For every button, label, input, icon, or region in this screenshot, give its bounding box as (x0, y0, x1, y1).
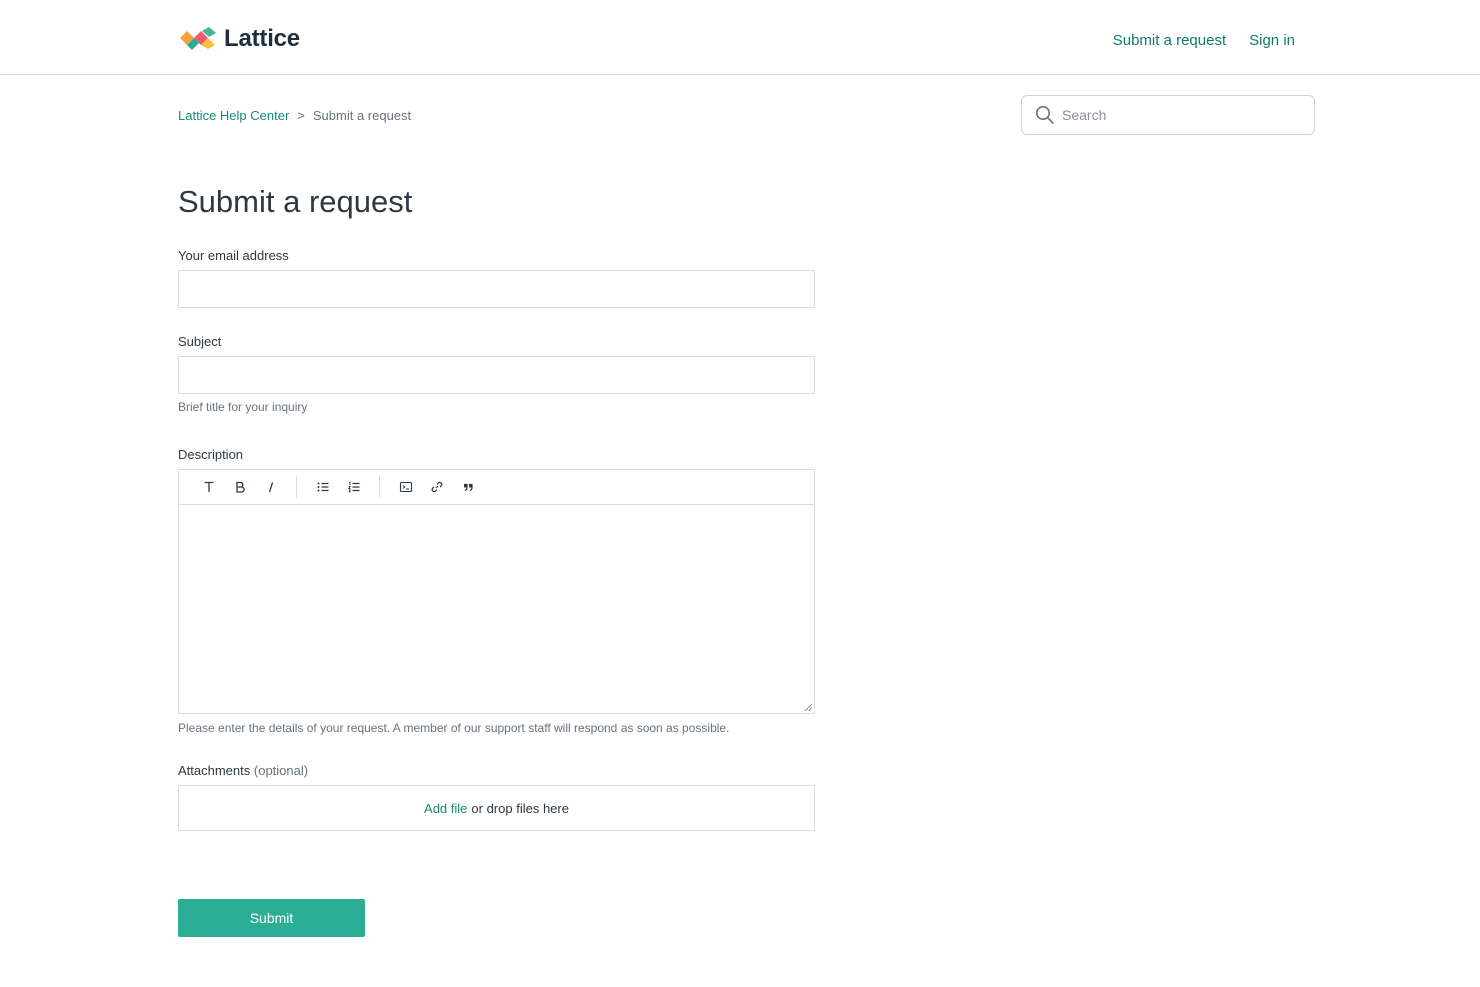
email-label: Your email address (178, 248, 289, 263)
editor-toolbar (179, 470, 814, 505)
email-field[interactable] (178, 270, 815, 308)
breadcrumb-home-link[interactable]: Lattice Help Center (178, 107, 289, 125)
breadcrumb: Lattice Help Center > Submit a request (178, 107, 411, 125)
description-editor (178, 469, 815, 714)
breadcrumb-separator: > (297, 108, 305, 123)
submit-button[interactable]: Submit (178, 899, 365, 937)
toolbar-divider (379, 476, 380, 498)
numbered-list-icon[interactable] (338, 475, 369, 499)
subject-label: Subject (178, 334, 222, 349)
subject-field[interactable] (178, 356, 815, 394)
search-input[interactable] (1062, 107, 1302, 123)
brand-logo[interactable]: Lattice (178, 25, 300, 53)
attachments-label: Attachments (optional) (178, 762, 308, 780)
header-nav: Submit a request Sign in (1113, 31, 1295, 51)
attachments-dropzone[interactable]: Add file or drop files here (178, 785, 815, 831)
code-block-icon[interactable] (390, 475, 421, 499)
quote-icon[interactable] (452, 475, 483, 499)
bulleted-list-icon[interactable] (307, 475, 338, 499)
nav-sign-in-link[interactable]: Sign in (1249, 31, 1295, 51)
toolbar-divider (296, 476, 297, 498)
drop-files-text: or drop files here (471, 800, 569, 816)
attachments-optional-text: (optional) (253, 763, 309, 778)
breadcrumb-current: Submit a request (312, 108, 412, 123)
lattice-logo-icon (180, 27, 216, 50)
add-file-link[interactable]: Add file (424, 801, 467, 816)
description-textarea[interactable] (179, 505, 814, 713)
text-style-icon[interactable] (193, 475, 224, 499)
search-box[interactable] (1021, 95, 1315, 135)
description-label: Description (178, 447, 244, 462)
page-title: Submit a request (178, 184, 413, 219)
attachments-label-text: Attachments (178, 763, 251, 778)
link-icon[interactable] (421, 475, 452, 499)
resize-handle-icon[interactable] (804, 703, 813, 712)
description-hint: Please enter the details of your request… (178, 721, 730, 735)
brand-name: Lattice (224, 25, 300, 52)
search-icon (1036, 106, 1054, 124)
italic-icon[interactable] (255, 475, 286, 499)
nav-submit-request-link[interactable]: Submit a request (1113, 31, 1226, 51)
bold-icon[interactable] (224, 475, 255, 499)
site-header: Lattice Submit a request Sign in (0, 0, 1480, 75)
subject-hint: Brief title for your inquiry (178, 400, 308, 414)
